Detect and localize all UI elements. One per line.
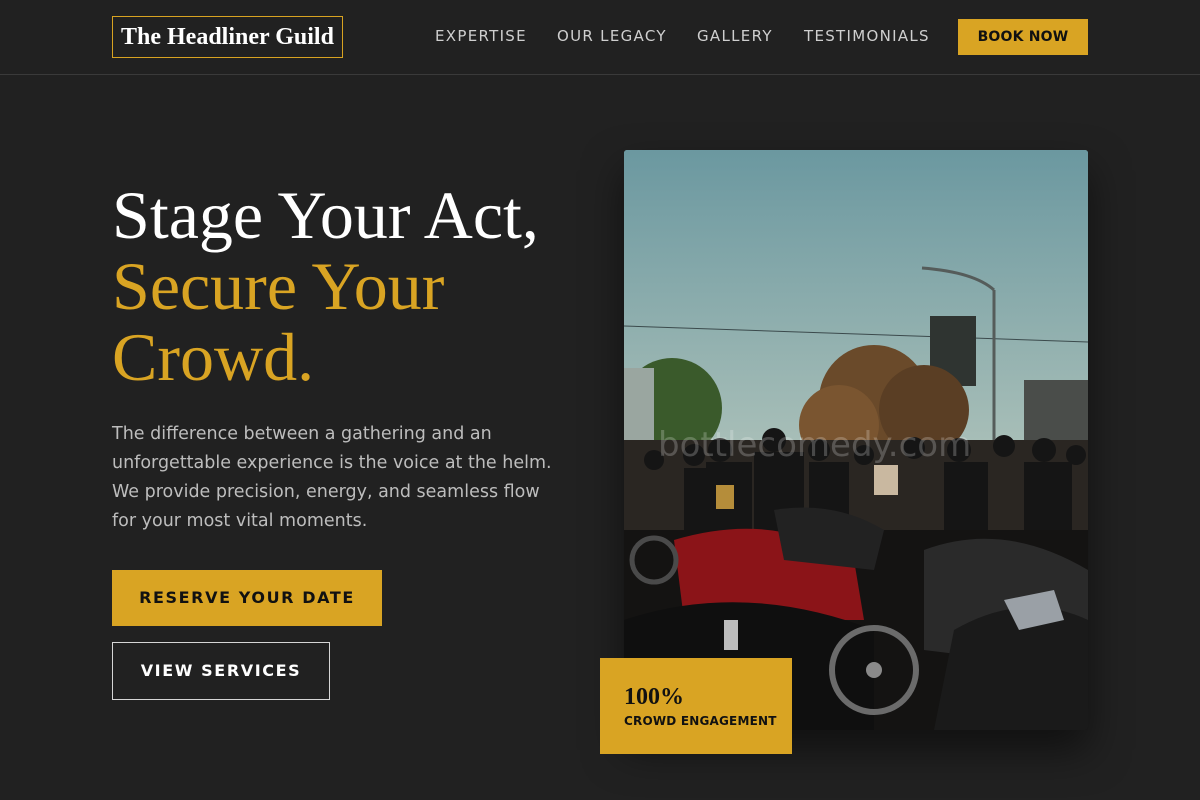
reserve-date-button[interactable]: RESERVE YOUR DATE — [112, 570, 382, 626]
nav-link-our-legacy[interactable]: OUR LEGACY — [557, 27, 667, 45]
photo-watermark: bottlecomedy.com — [658, 425, 971, 465]
crowd-illustration: bottlecomedy.com — [624, 150, 1088, 730]
top-navigation: The Headliner Guild EXPERTISE OUR LEGACY… — [0, 0, 1200, 75]
hero-photo-crowd-motorcycles: bottlecomedy.com — [624, 150, 1088, 730]
nav-link-gallery[interactable]: GALLERY — [697, 27, 773, 45]
hero-title-line-2: Secure Your — [112, 248, 445, 324]
hero-description: The difference between a gathering and a… — [112, 424, 552, 531]
stat-value: 100% — [624, 684, 684, 710]
view-services-button[interactable]: VIEW SERVICES — [112, 642, 330, 700]
book-now-button[interactable]: BOOK NOW — [958, 19, 1088, 55]
hero-title: Stage Your Act, Secure Your Crowd. — [112, 180, 592, 393]
nav-link-testimonials[interactable]: TESTIMONIALS — [804, 27, 930, 45]
stat-label: CROWD ENGAGEMENT — [624, 714, 777, 728]
hero-title-line-1: Stage Your Act, — [112, 177, 539, 253]
crowd-engagement-badge: 100% CROWD ENGAGEMENT — [600, 658, 792, 754]
nav-link-expertise[interactable]: EXPERTISE — [435, 27, 527, 45]
hero-title-line-3: Crowd. — [112, 319, 315, 395]
